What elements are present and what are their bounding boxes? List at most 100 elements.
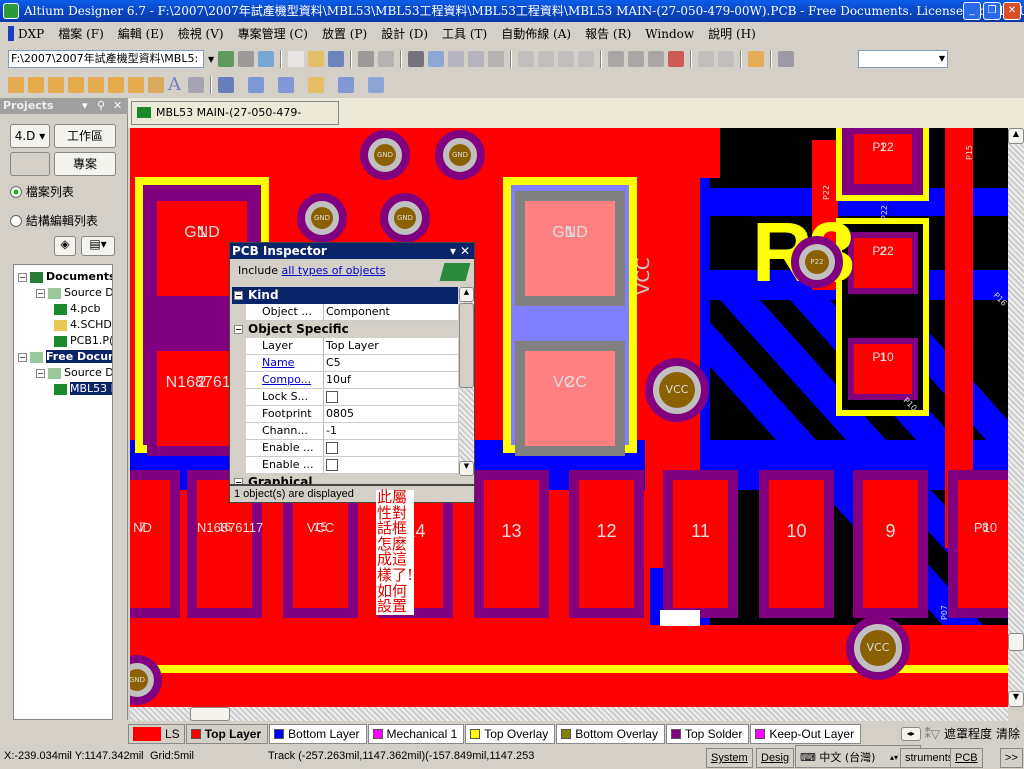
print-preview-icon[interactable] [378, 51, 395, 67]
pcb-panel-button[interactable]: PCB [950, 748, 983, 768]
forward-icon[interactable] [238, 51, 255, 67]
layer-tab[interactable]: Keep-Out Layer [750, 723, 862, 744]
collapse-icon[interactable]: − [36, 368, 45, 378]
tree-item[interactable]: − Free Docun [18, 349, 112, 365]
inspector-scrollbar[interactable]: ▲ ▼ [459, 287, 474, 476]
zoom-area-icon[interactable] [448, 51, 465, 67]
find-icon[interactable] [278, 77, 294, 93]
arc-icon[interactable] [108, 77, 124, 93]
radio-unchecked-icon[interactable] [10, 215, 22, 227]
menu-item[interactable]: 報告 (R) [585, 25, 631, 42]
inspector-row[interactable]: Footprint 0805 [246, 406, 458, 423]
project-combo[interactable] [10, 152, 50, 176]
align-icon[interactable] [248, 77, 264, 93]
group-kind[interactable]: − Kind [232, 287, 458, 304]
radio-file-list[interactable]: 檔案列表 [10, 183, 74, 200]
mask-level-button[interactable]: 遮罩程度 [944, 725, 992, 742]
menu-item[interactable]: 檔案 (F) [58, 25, 104, 42]
layer-filter-icon[interactable]: ⁑▽ [925, 727, 940, 741]
inspector-row[interactable]: Chann... -1 [246, 423, 458, 440]
property-name[interactable]: Compo... [246, 372, 324, 388]
collapse-icon[interactable]: − [18, 272, 27, 282]
menu-item[interactable]: 檢視 (V) [178, 25, 224, 42]
property-value[interactable]: Top Layer [326, 338, 379, 354]
cut-icon[interactable] [518, 51, 535, 67]
multi-route-icon[interactable] [48, 77, 64, 93]
layer-tab[interactable]: Bottom Overlay [556, 723, 665, 744]
menu-item[interactable]: 專案管理 (C) [238, 25, 308, 42]
property-checkbox[interactable] [326, 391, 338, 403]
toolbar-dropdown[interactable]: ▼ [858, 50, 948, 68]
group-object-specific[interactable]: − Object Specific [232, 321, 458, 338]
tree-item[interactable]: − Source Do [36, 365, 112, 381]
move-icon[interactable] [628, 51, 645, 67]
property-value[interactable]: 10uf [326, 372, 351, 388]
workspace-button[interactable]: 工作區 [54, 124, 116, 148]
fill-icon[interactable] [128, 77, 144, 93]
menu-item[interactable]: 自動佈線 (A) [501, 25, 571, 42]
tree-item[interactable]: 4.pcb [54, 301, 101, 317]
copy-icon[interactable] [538, 51, 555, 67]
room-icon[interactable] [308, 77, 324, 93]
inspector-row[interactable]: Object ... Component [246, 304, 458, 321]
panel-close-icon[interactable]: ✕ [113, 98, 122, 114]
path-combo[interactable]: F:\2007\2007年試產機型資料\MBL5: [8, 50, 204, 68]
radio-checked-icon[interactable] [10, 186, 22, 198]
filter-icon[interactable] [488, 51, 505, 67]
document-tab[interactable]: MBL53 MAIN-(27-050-479-00W).PCB [131, 101, 339, 141]
redo-icon[interactable] [718, 51, 735, 67]
inspector-close-icon[interactable]: ✕ [460, 243, 470, 259]
project-options-icon[interactable]: ▤▾ [81, 236, 115, 256]
current-layer-indicator[interactable]: LS [128, 723, 185, 744]
chevron-down-icon[interactable]: ▼ [939, 51, 947, 67]
browse-icon[interactable] [778, 51, 795, 67]
inspector-row[interactable]: Layer Top Layer [246, 338, 458, 355]
include-filter-link[interactable]: all types of objects [282, 264, 386, 277]
select-area-icon[interactable] [608, 51, 625, 67]
deselect-icon[interactable] [648, 51, 665, 67]
property-name[interactable]: Name [246, 355, 324, 371]
close-button[interactable]: ✕ [1003, 2, 1021, 20]
collapse-icon[interactable]: − [36, 288, 45, 298]
compile-icon[interactable]: ◈ [54, 236, 76, 256]
inspector-row[interactable]: Enable ... [246, 440, 458, 457]
design-compiler-button[interactable]: Desig [756, 748, 795, 768]
string-icon[interactable]: A [168, 76, 184, 94]
new-icon[interactable] [288, 51, 305, 67]
group-graphical[interactable]: − Graphical [232, 474, 458, 484]
clear-button[interactable]: 清除 [996, 725, 1024, 742]
inspector-row[interactable]: Compo... 10uf [246, 372, 458, 389]
layer-tab[interactable]: Top Layer [185, 723, 269, 744]
property-value[interactable]: 0805 [326, 406, 354, 422]
grid-icon[interactable] [368, 77, 384, 93]
more-panels-button[interactable]: >> [1000, 748, 1023, 768]
paste-icon[interactable] [558, 51, 575, 67]
menu-item[interactable]: 工具 (T) [442, 25, 487, 42]
menu-item[interactable]: 編輯 (E) [118, 25, 164, 42]
back-icon[interactable] [218, 51, 235, 67]
tree-item[interactable]: − Documents [18, 269, 112, 285]
component-icon[interactable] [188, 77, 204, 93]
menu-item[interactable]: 設計 (D) [381, 25, 428, 42]
tree-item[interactable]: − Source Do [36, 285, 112, 301]
tree-item[interactable]: PCB1.P( [54, 333, 112, 349]
layer-tab[interactable]: Mechanical 1 [367, 723, 465, 744]
path-combo-arrow[interactable]: ▼ [208, 55, 214, 64]
layers-icon[interactable] [408, 51, 425, 67]
drawing-tools-icon[interactable] [218, 77, 234, 93]
pin-icon[interactable]: ⚲ [97, 98, 105, 114]
wand-icon[interactable] [748, 51, 765, 67]
radio-structure-list[interactable]: 結構編輯列表 [10, 212, 98, 229]
tree-item[interactable]: MBL53 I [54, 381, 112, 397]
menu-item[interactable]: 放置 (P) [322, 25, 367, 42]
clear-filter-icon[interactable] [668, 51, 685, 67]
projects-icon[interactable] [258, 51, 275, 67]
polygon-icon[interactable] [148, 77, 164, 93]
union-icon[interactable] [338, 77, 354, 93]
collapse-icon[interactable]: − [18, 352, 27, 362]
print-icon[interactable] [358, 51, 375, 67]
maximize-button[interactable]: ❐ [983, 2, 1001, 20]
undo-icon[interactable] [698, 51, 715, 67]
save-icon[interactable] [328, 51, 345, 67]
property-checkbox[interactable] [326, 442, 338, 454]
